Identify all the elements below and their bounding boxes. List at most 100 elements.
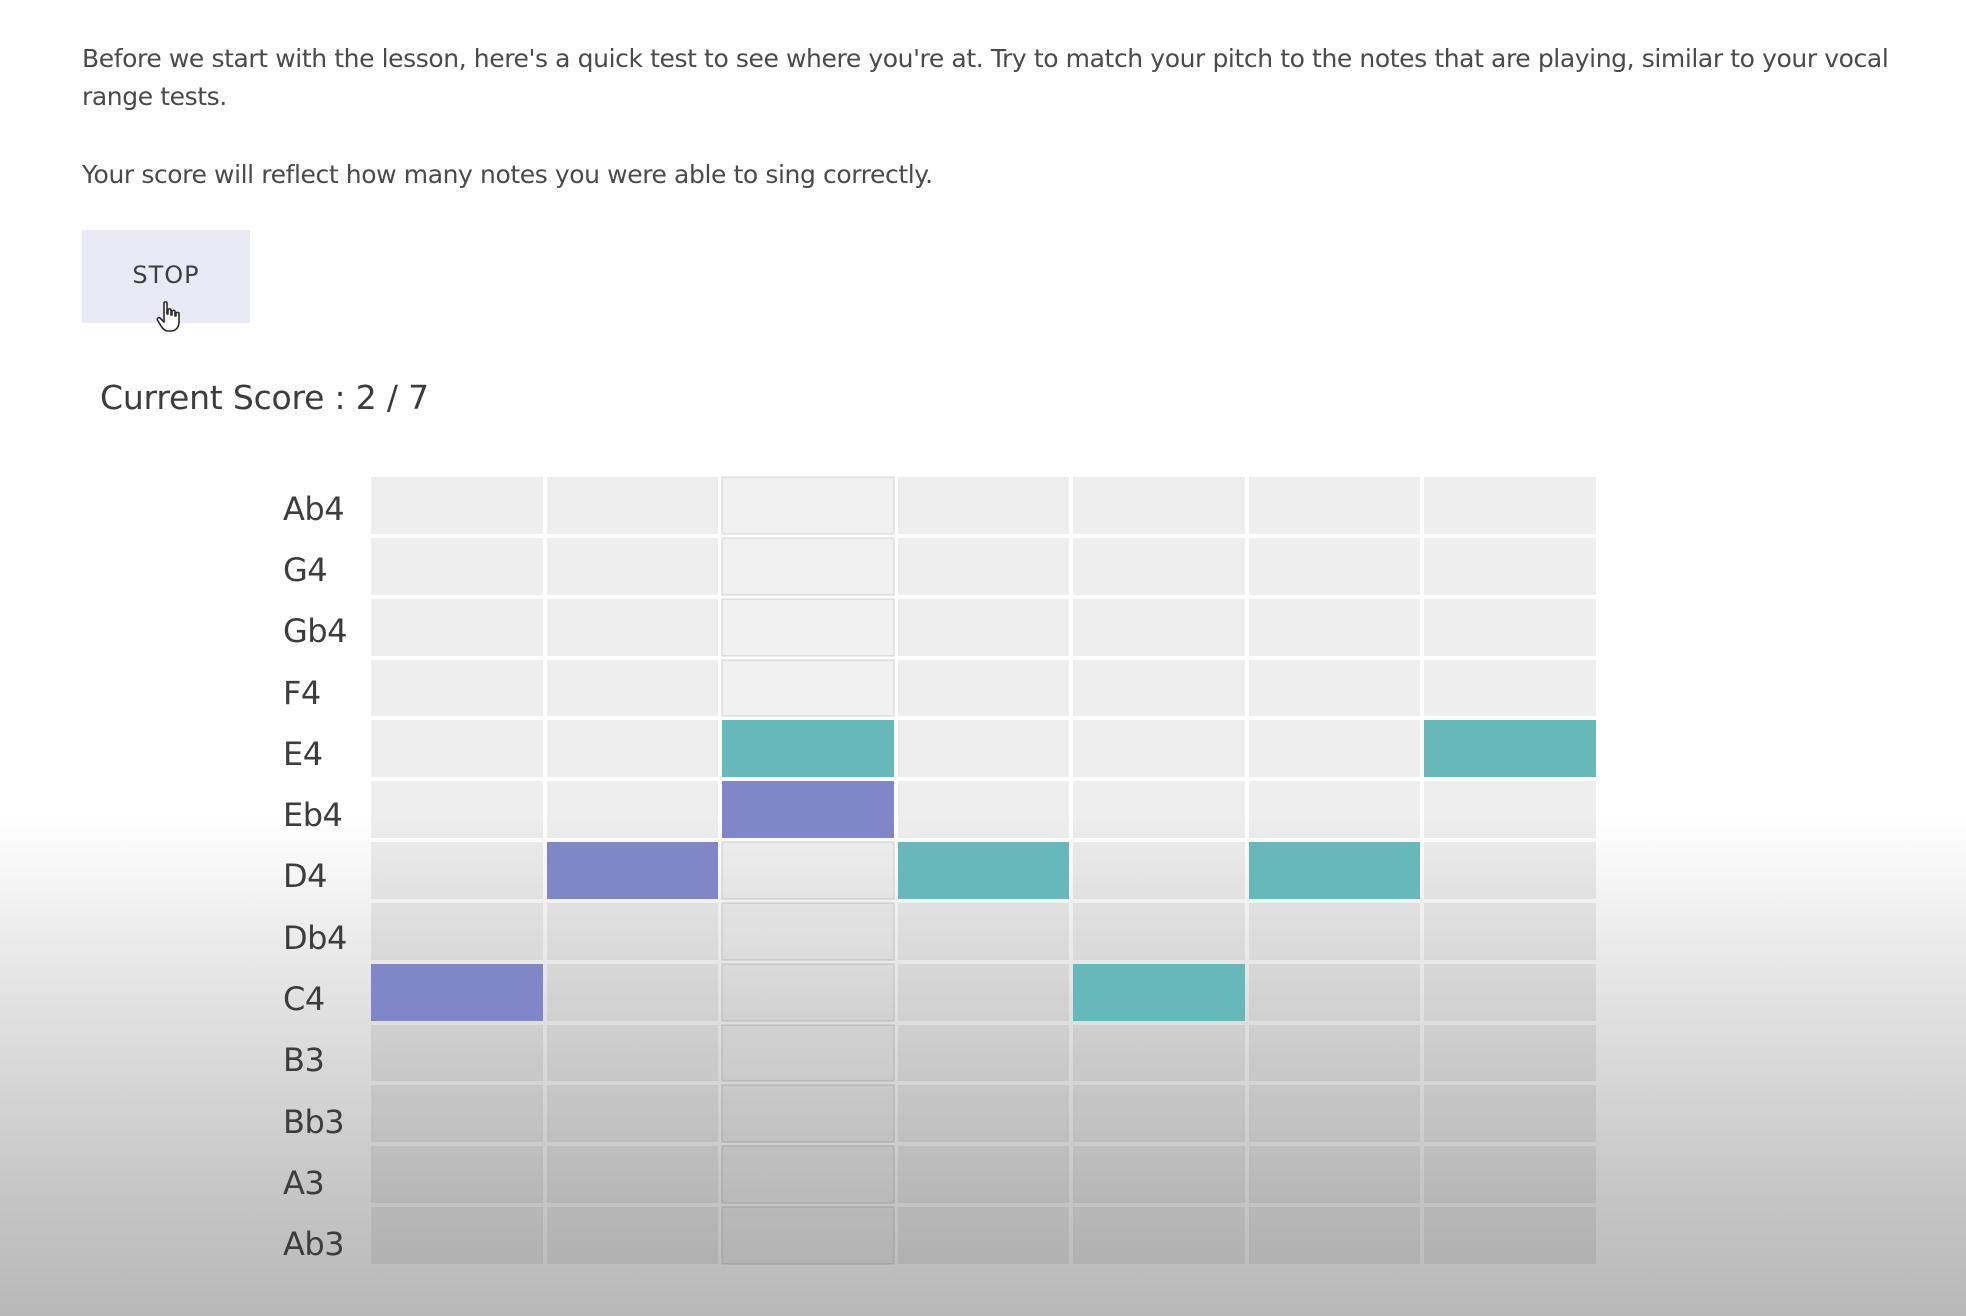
stop-button-label: STOP — [132, 260, 200, 289]
grid-cell — [1248, 1085, 1421, 1143]
grid-cell — [721, 901, 895, 961]
grid-cell — [1073, 477, 1245, 534]
score-label: Current Score : — [100, 378, 346, 417]
pitch-label: C4 — [283, 980, 325, 1019]
grid-cell — [1424, 537, 1596, 595]
grid-cell — [721, 1145, 895, 1205]
grid-cell — [1424, 659, 1596, 717]
grid-cell — [897, 963, 1070, 1021]
sung-note — [1073, 963, 1245, 1021]
grid-cell — [721, 841, 895, 900]
grid-cell — [371, 1207, 543, 1264]
grid-cell — [1248, 1024, 1421, 1082]
grid-cell — [371, 720, 543, 778]
grid-cell — [897, 720, 1070, 778]
grid-cell — [1073, 659, 1245, 717]
pitch-label: Eb4 — [283, 796, 343, 835]
grid-cell — [1424, 781, 1596, 839]
grid-cell — [546, 1085, 719, 1143]
grid-cell — [371, 659, 543, 717]
grid-cell — [371, 477, 543, 534]
grid-cell — [897, 902, 1070, 960]
grid-cell — [897, 537, 1070, 595]
grid-cell — [1248, 598, 1421, 656]
grid-cell — [1248, 537, 1421, 595]
grid-cell — [371, 598, 543, 656]
grid-cell — [1248, 720, 1421, 778]
grid-cell — [1073, 902, 1245, 960]
grid-cell — [371, 1085, 543, 1143]
grid-cell — [897, 781, 1070, 839]
sung-note — [897, 842, 1070, 899]
grid-cell — [1424, 477, 1596, 534]
current-score: Current Score : 2 / 7 — [100, 378, 429, 417]
grid-cell — [1424, 902, 1596, 960]
grid-cell — [1424, 598, 1596, 656]
grid-cell — [1424, 1146, 1596, 1204]
target-note — [722, 781, 894, 839]
grid-cell — [721, 1023, 895, 1083]
score-total: 7 — [408, 378, 429, 417]
grid-cell — [1073, 781, 1245, 839]
grid-cell — [546, 963, 719, 1021]
grid-cell — [1248, 477, 1421, 534]
note-grid — [371, 476, 1596, 1265]
grid-cell — [546, 477, 719, 534]
hand-pointer-icon — [156, 301, 180, 332]
sung-note — [1424, 720, 1596, 778]
grid-cell — [546, 537, 719, 595]
intro-paragraph: Before we start with the lesson, here's … — [82, 44, 1889, 111]
grid-cell — [1073, 1146, 1245, 1204]
grid-cell — [546, 1024, 719, 1082]
grid-cell — [897, 598, 1070, 656]
score-separator: / — [376, 378, 409, 417]
grid-cell — [1073, 842, 1245, 899]
pitch-label: Ab3 — [283, 1225, 345, 1264]
grid-cell — [1424, 1207, 1596, 1264]
grid-cell — [371, 537, 543, 595]
grid-cell — [546, 1207, 719, 1264]
grid-cell — [1248, 1207, 1421, 1264]
grid-cell — [1073, 1024, 1245, 1082]
grid-cell — [546, 659, 719, 717]
grid-cell — [897, 1024, 1070, 1082]
pitch-label: E4 — [283, 734, 323, 773]
grid-cell — [897, 477, 1070, 534]
grid-cell — [1073, 720, 1245, 778]
grid-cell — [721, 1206, 895, 1265]
grid-cell — [1248, 902, 1421, 960]
score-explanation: Your score will reflect how many notes y… — [82, 160, 933, 189]
grid-cell — [546, 781, 719, 839]
pitch-label: A3 — [283, 1163, 325, 1202]
pitch-label: Ab4 — [283, 489, 345, 528]
grid-cell — [897, 659, 1070, 717]
pitch-label: D4 — [283, 857, 328, 896]
score-correct: 2 — [355, 378, 377, 417]
target-note — [371, 963, 543, 1021]
grid-cell — [371, 781, 543, 839]
grid-cell — [721, 962, 895, 1022]
target-note — [546, 842, 719, 899]
grid-cell — [1424, 1085, 1596, 1143]
grid-cell — [371, 1024, 543, 1082]
grid-cell — [371, 902, 543, 960]
pitch-label: F4 — [283, 673, 321, 712]
grid-cell — [1248, 659, 1421, 717]
grid-cell — [371, 842, 543, 899]
grid-cell — [1073, 537, 1245, 595]
pitch-label: B3 — [283, 1041, 325, 1080]
sung-note — [1248, 842, 1421, 899]
grid-cell — [546, 598, 719, 656]
pitch-label: Db4 — [283, 918, 347, 957]
grid-cell — [721, 1084, 895, 1144]
grid-cell — [1424, 1024, 1596, 1082]
grid-cell — [546, 1146, 719, 1204]
grid-cell — [1248, 781, 1421, 839]
grid-cell — [1248, 1146, 1421, 1204]
pitch-label: G4 — [283, 550, 328, 589]
pitch-axis: Ab4 G4 Gb4 F4 E4 Eb4 D4 Db4 C4 B3 Bb3 A3 Ab3 — [283, 478, 363, 1275]
pitch-label: Gb4 — [283, 612, 347, 651]
grid-cell — [1424, 963, 1596, 1021]
grid-cell — [897, 1085, 1070, 1143]
grid-cell — [1073, 1085, 1245, 1143]
